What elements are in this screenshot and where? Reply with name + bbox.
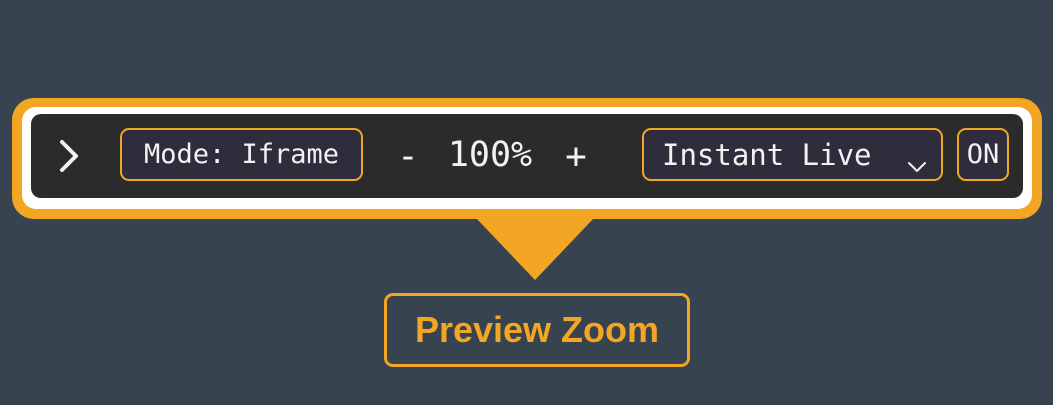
zoom-level: 100%	[447, 135, 533, 175]
live-mode-selected: Instant Live	[662, 137, 872, 172]
chevron-down-icon	[907, 147, 927, 172]
zoom-in-button[interactable]: +	[558, 134, 594, 178]
chevron-right-icon[interactable]	[54, 136, 82, 176]
zoom-out-button[interactable]: -	[393, 134, 423, 178]
live-mode-dropdown[interactable]: Instant Live	[642, 128, 943, 181]
live-toggle-label: ON	[966, 139, 1000, 170]
live-toggle-button[interactable]: ON	[957, 128, 1009, 181]
callout-pointer	[476, 218, 594, 280]
mode-button[interactable]: Mode: Iframe	[120, 128, 363, 181]
callout-label: Preview Zoom	[384, 293, 690, 367]
callout-text: Preview Zoom	[414, 309, 660, 350]
mode-label: Mode: Iframe	[143, 139, 340, 170]
